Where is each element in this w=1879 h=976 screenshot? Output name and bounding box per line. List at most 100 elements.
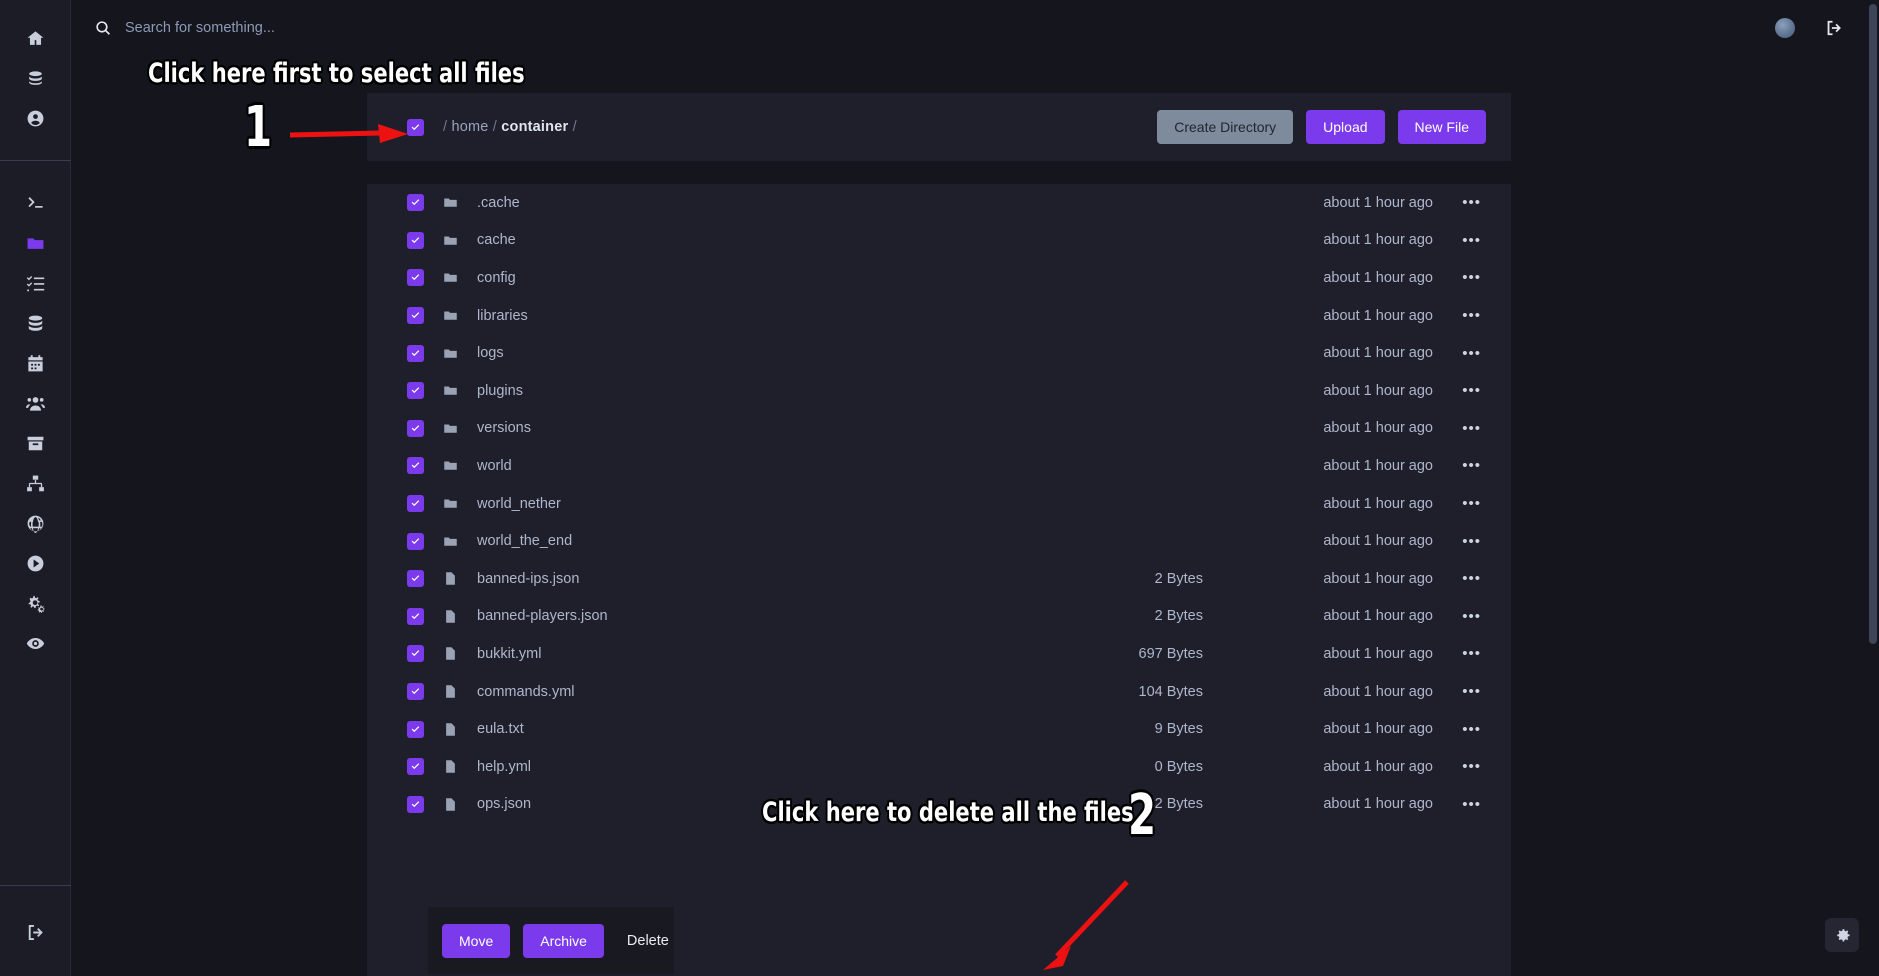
row-menu-button[interactable]: ••• xyxy=(1462,194,1481,211)
sidebar-item-activity[interactable] xyxy=(0,623,71,663)
row-menu-button[interactable]: ••• xyxy=(1462,382,1481,399)
create-directory-button[interactable]: Create Directory xyxy=(1157,110,1294,144)
logout-button[interactable] xyxy=(1825,19,1843,37)
row-checkbox[interactable] xyxy=(407,720,424,738)
row-menu-button[interactable]: ••• xyxy=(1462,533,1481,550)
row-menu-button[interactable]: ••• xyxy=(1462,345,1481,362)
sidebar xyxy=(0,0,71,976)
row-menu-button[interactable]: ••• xyxy=(1462,570,1481,587)
sidebar-item-network[interactable] xyxy=(0,463,71,503)
row-checkbox[interactable] xyxy=(407,532,424,550)
header-buttons: Create Directory Upload New File xyxy=(1157,110,1486,144)
row-checkbox[interactable] xyxy=(407,645,424,663)
sidebar-item-account[interactable] xyxy=(0,98,71,138)
sidebar-item-billing[interactable] xyxy=(0,58,71,98)
folder-icon xyxy=(443,308,459,324)
row-checkbox[interactable] xyxy=(407,457,424,475)
row-menu-button[interactable]: ••• xyxy=(1462,420,1481,437)
sidebar-item-tasks[interactable] xyxy=(0,263,71,303)
sidebar-item-backups[interactable] xyxy=(0,423,71,463)
sidebar-bottom-wrap xyxy=(0,885,71,976)
table-row[interactable]: world_nether about 1 hour ago ••• xyxy=(367,485,1511,523)
eye-icon xyxy=(26,634,45,653)
row-checkbox[interactable] xyxy=(407,795,424,813)
row-menu-button[interactable]: ••• xyxy=(1462,645,1481,662)
row-checkbox[interactable] xyxy=(407,758,424,776)
folder-icon xyxy=(443,232,459,248)
row-checkbox[interactable] xyxy=(407,382,424,400)
row-checkbox[interactable] xyxy=(407,607,424,625)
breadcrumb-item-current[interactable]: container xyxy=(501,119,568,135)
row-checkbox[interactable] xyxy=(407,683,424,701)
file-name: logs xyxy=(477,345,504,362)
row-menu-button[interactable]: ••• xyxy=(1462,269,1481,286)
row-checkbox[interactable] xyxy=(407,231,424,249)
row-checkbox[interactable] xyxy=(407,269,424,287)
upload-button[interactable]: Upload xyxy=(1306,110,1385,144)
file-modified: about 1 hour ago xyxy=(1323,232,1433,249)
sidebar-item-logout[interactable] xyxy=(0,912,71,952)
file-modified: about 1 hour ago xyxy=(1323,345,1433,362)
table-row[interactable]: bukkit.yml 697 Bytes about 1 hour ago ••• xyxy=(367,635,1511,673)
row-menu-button[interactable]: ••• xyxy=(1462,683,1481,700)
sidebar-item-databases[interactable] xyxy=(0,303,71,343)
table-row[interactable]: banned-players.json 2 Bytes about 1 hour a… xyxy=(367,598,1511,636)
sidebar-item-schedules[interactable] xyxy=(0,343,71,383)
row-menu-button[interactable]: ••• xyxy=(1462,232,1481,249)
row-menu-button[interactable]: ••• xyxy=(1462,796,1481,813)
search-input[interactable] xyxy=(125,20,545,36)
row-checkbox[interactable] xyxy=(407,344,424,362)
table-row[interactable]: help.yml 0 Bytes about 1 hour ago ••• xyxy=(367,748,1511,786)
row-checkbox[interactable] xyxy=(407,570,424,588)
row-checkbox[interactable] xyxy=(407,194,424,212)
file-name: banned-ips.json xyxy=(477,570,580,587)
table-row[interactable]: world_the_end about 1 hour ago ••• xyxy=(367,522,1511,560)
file-name: versions xyxy=(477,420,531,437)
sidebar-item-console[interactable] xyxy=(0,183,71,223)
row-menu-button[interactable]: ••• xyxy=(1462,721,1481,738)
table-row[interactable]: .cache about 1 hour ago ••• xyxy=(367,184,1511,222)
archive-button[interactable]: Archive xyxy=(523,923,604,958)
table-row[interactable]: config about 1 hour ago ••• xyxy=(367,259,1511,297)
table-row[interactable]: ops.json 2 Bytes about 1 hour ago ••• xyxy=(367,786,1511,824)
sidebar-item-files[interactable] xyxy=(0,223,71,263)
search-bar[interactable] xyxy=(95,20,545,36)
folder-icon xyxy=(443,496,459,512)
sidebar-item-users[interactable] xyxy=(0,383,71,423)
table-row[interactable]: versions about 1 hour ago ••• xyxy=(367,410,1511,448)
gear-icon xyxy=(1834,927,1851,944)
row-checkbox[interactable] xyxy=(407,495,424,513)
sidebar-item-settings[interactable] xyxy=(0,583,71,623)
table-row[interactable]: libraries about 1 hour ago ••• xyxy=(367,297,1511,335)
new-file-button[interactable]: New File xyxy=(1397,110,1486,144)
row-checkbox[interactable] xyxy=(407,307,424,325)
sidebar-main-group xyxy=(0,183,70,663)
table-row[interactable]: eula.txt 9 Bytes about 1 hour ago ••• xyxy=(367,710,1511,748)
table-row[interactable]: cache about 1 hour ago ••• xyxy=(367,222,1511,260)
table-row[interactable]: plugins about 1 hour ago ••• xyxy=(367,372,1511,410)
move-button[interactable]: Move xyxy=(442,923,511,958)
table-row[interactable]: logs about 1 hour ago ••• xyxy=(367,334,1511,372)
breadcrumb-item[interactable]: home xyxy=(451,119,488,135)
row-menu-button[interactable]: ••• xyxy=(1462,495,1481,512)
row-menu-button[interactable]: ••• xyxy=(1462,457,1481,474)
avatar[interactable] xyxy=(1775,18,1795,38)
file-modified: about 1 hour ago xyxy=(1323,269,1433,286)
table-row[interactable]: banned-ips.json 2 Bytes about 1 hour ago ••… xyxy=(367,560,1511,598)
row-menu-button[interactable]: ••• xyxy=(1462,608,1481,625)
table-row[interactable]: commands.yml 104 Bytes about 1 hour ago ••• xyxy=(367,673,1511,711)
select-all-checkbox[interactable] xyxy=(407,118,424,136)
row-checkbox[interactable] xyxy=(407,419,424,437)
database-icon xyxy=(26,314,45,333)
sidebar-item-home[interactable] xyxy=(0,18,71,58)
row-menu-button[interactable]: ••• xyxy=(1462,307,1481,324)
page-scrollbar-thumb[interactable] xyxy=(1869,4,1877,644)
file-size: 697 Bytes xyxy=(1138,645,1204,662)
sidebar-item-startup[interactable] xyxy=(0,543,71,583)
table-row[interactable]: world about 1 hour ago ••• xyxy=(367,447,1511,485)
delete-button[interactable]: Delete xyxy=(617,924,679,958)
sidebar-item-domains[interactable] xyxy=(0,503,71,543)
play-circle-icon xyxy=(26,554,45,573)
settings-fab[interactable] xyxy=(1825,918,1859,952)
row-menu-button[interactable]: ••• xyxy=(1462,758,1481,775)
